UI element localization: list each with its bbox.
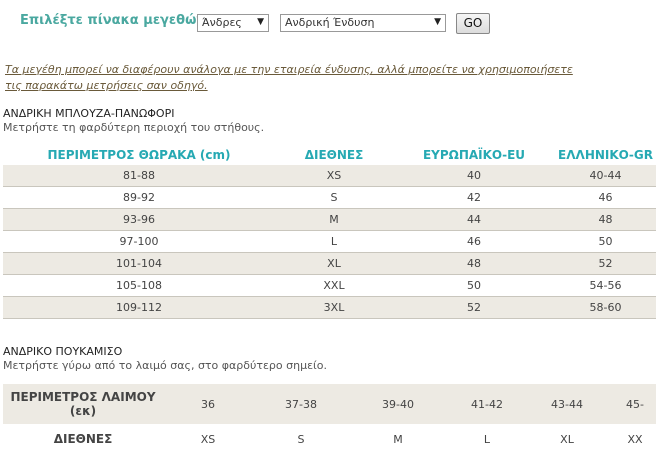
cell-gr: 46	[555, 186, 656, 209]
table-row: 89-92 S 42 46	[3, 186, 656, 209]
neck-header-line-2: (εκ)	[69, 404, 97, 418]
category-select[interactable]: Ανδρική Ένδυση ▼	[280, 14, 446, 32]
table-row: 105-108 XXL 50 54-56	[3, 274, 656, 297]
row-header-international: ΔΙΕΘΝΕΣ	[53, 432, 113, 446]
cell-chest: 109-112	[3, 296, 275, 319]
table-row: 93-96 M 44 48	[3, 208, 656, 231]
cell-international: M	[393, 432, 403, 446]
cell-chest: 97-100	[3, 230, 275, 253]
cell-eu: 52	[393, 296, 555, 319]
cell-international: S	[275, 186, 393, 209]
table-row: 97-100 L 46 50	[3, 230, 656, 253]
cell-gr: 54-56	[555, 274, 656, 297]
cell-chest: 81-88	[3, 165, 275, 187]
cell-chest: 101-104	[3, 252, 275, 275]
size-notice: Τα μεγέθη μπορεί να διαφέρουν ανάλογα με…	[5, 62, 605, 94]
cell-international: XL	[275, 252, 393, 275]
column-header-gr: ΕΛΛΗΝΙΚΟ-GR	[558, 148, 653, 162]
collar-section-description: Μετρήστε γύρω από το λαιμό σας, στο φαρδ…	[3, 359, 327, 372]
cell-eu: 50	[393, 274, 555, 297]
collar-section-title: ΑΝΔΡΙΚΟ ΠΟΥΚΑΜΙΣΟ	[3, 345, 123, 358]
cell-neck: 39-40	[349, 384, 447, 424]
shirt-size-table: ΠΕΡΙΜΕΤΡΟΣ ΘΩΡΑΚΑ (cm) ΔΙΕΘΝΕΣ ΕΥΡΩΠΑΪΚΟ…	[3, 145, 656, 319]
cell-neck: 37-38	[253, 384, 349, 424]
selector-label: Επιλέξτε πίνακα μεγεθών:	[20, 13, 211, 28]
notice-line-2: τις παρακάτω μετρήσεις σαν οδηγό.	[5, 79, 208, 92]
cell-international: XL	[560, 432, 574, 446]
table-header-row: ΠΕΡΙΜΕΤΡΟΣ ΘΩΡΑΚΑ (cm) ΔΙΕΘΝΕΣ ΕΥΡΩΠΑΪΚΟ…	[3, 145, 656, 165]
cell-gr: 50	[555, 230, 656, 253]
table-row: 81-88 XS 40 40-44	[3, 165, 656, 187]
cell-international: L	[483, 432, 491, 446]
row-header-neck: ΠΕΡΙΜΕΤΡΟΣ ΛΑΙΜΟΥ (εκ)	[3, 384, 163, 424]
notice-line-1: Τα μεγέθη μπορεί να διαφέρουν ανάλογα με…	[5, 63, 573, 76]
go-button[interactable]: GO	[456, 13, 490, 34]
cell-eu: 40	[393, 165, 555, 187]
cell-neck: 36	[163, 384, 253, 424]
shirt-section-title: ΑΝΔΡΙΚΗ ΜΠΛΟΥΖΑ-ΠΑΝΩΦΟΡΙ	[3, 107, 175, 120]
cell-eu: 48	[393, 252, 555, 275]
cell-gr: 52	[555, 252, 656, 275]
cell-chest: 105-108	[3, 274, 275, 297]
cell-international: S	[297, 432, 305, 446]
table-row: 101-104 XL 48 52	[3, 252, 656, 275]
cell-international: M	[275, 208, 393, 231]
cell-gr: 58-60	[555, 296, 656, 319]
table-row: 109-112 3XL 52 58-60	[3, 296, 656, 319]
cell-neck: 43-44	[527, 384, 607, 424]
cell-neck: 45-	[607, 384, 656, 424]
shirt-section-description: Μετρήστε τη φαρδύτερη περιοχή του στήθου…	[3, 121, 265, 134]
chevron-down-icon: ▼	[434, 17, 441, 27]
cell-international: 3XL	[275, 296, 393, 319]
column-header-eu: ΕΥΡΩΠΑΪΚΟ-EU	[422, 148, 526, 162]
table-row: ΔΙΕΘΝΕΣ XS S M L XL XX	[3, 424, 656, 454]
column-header-chest: ΠΕΡΙΜΕΤΡΟΣ ΘΩΡΑΚΑ (cm)	[47, 148, 231, 162]
cell-eu: 46	[393, 230, 555, 253]
cell-international: XS	[275, 165, 393, 187]
cell-chest: 93-96	[3, 208, 275, 231]
cell-eu: 44	[393, 208, 555, 231]
collar-size-table: ΠΕΡΙΜΕΤΡΟΣ ΛΑΙΜΟΥ (εκ) 36 37-38 39-40 41…	[3, 384, 656, 454]
cell-neck: 41-42	[447, 384, 527, 424]
cell-international: XX	[627, 432, 643, 446]
gender-select[interactable]: Άνδρες ▼	[197, 14, 269, 32]
cell-international: XXL	[275, 274, 393, 297]
chevron-down-icon: ▼	[257, 17, 264, 27]
cell-gr: 40-44	[555, 165, 656, 187]
cell-eu: 42	[393, 186, 555, 209]
cell-gr: 48	[555, 208, 656, 231]
category-select-value: Ανδρική Ένδυση	[285, 16, 375, 29]
cell-international: L	[275, 230, 393, 253]
cell-international: XS	[200, 432, 216, 446]
cell-chest: 89-92	[3, 186, 275, 209]
gender-select-value: Άνδρες	[202, 16, 242, 29]
neck-header-line-1: ΠΕΡΙΜΕΤΡΟΣ ΛΑΙΜΟΥ	[10, 390, 156, 404]
size-chart-selector: Επιλέξτε πίνακα μεγεθών: Άνδρες ▼ Ανδρικ…	[0, 0, 656, 48]
column-header-international: ΔΙΕΘΝΕΣ	[304, 148, 364, 162]
table-row: ΠΕΡΙΜΕΤΡΟΣ ΛΑΙΜΟΥ (εκ) 36 37-38 39-40 41…	[3, 384, 656, 424]
